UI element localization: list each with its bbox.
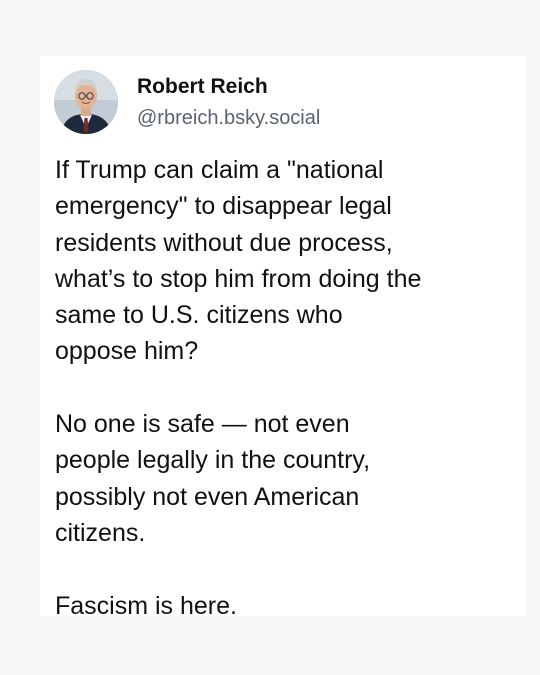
post-line: people legally in the country, bbox=[55, 446, 371, 475]
post-line: emergency" to disappear legal bbox=[55, 192, 392, 221]
profile-photo-icon bbox=[54, 70, 118, 134]
author-avatar[interactable] bbox=[54, 70, 118, 134]
post-line: oppose him? bbox=[55, 337, 199, 366]
post-paragraph: Fascism is here. bbox=[55, 588, 505, 624]
post-line: If Trump can claim a "national bbox=[55, 156, 384, 184]
author-handle[interactable]: @rbreich.bsky.social bbox=[137, 107, 320, 130]
post-line: what’s to stop him from doing the bbox=[55, 264, 422, 293]
post-screenshot: Robert Reich @rbreich.bsky.social If Tru… bbox=[0, 0, 540, 675]
post-line: Fascism is here. bbox=[55, 591, 237, 620]
post-paragraph: If Trump can claim a "national emergency… bbox=[55, 152, 505, 370]
author-name[interactable]: Robert Reich bbox=[137, 75, 268, 99]
post-line: citizens. bbox=[55, 518, 146, 547]
post-line: same to U.S. citizens who bbox=[55, 301, 343, 330]
post-line: No one is safe — not even bbox=[55, 410, 350, 439]
post-body: If Trump can claim a "national emergency… bbox=[55, 152, 505, 624]
post-line: residents without due process, bbox=[55, 228, 393, 257]
post-paragraph: No one is safe — not even people legally… bbox=[55, 406, 505, 551]
post-line: possibly not even American bbox=[55, 482, 360, 511]
